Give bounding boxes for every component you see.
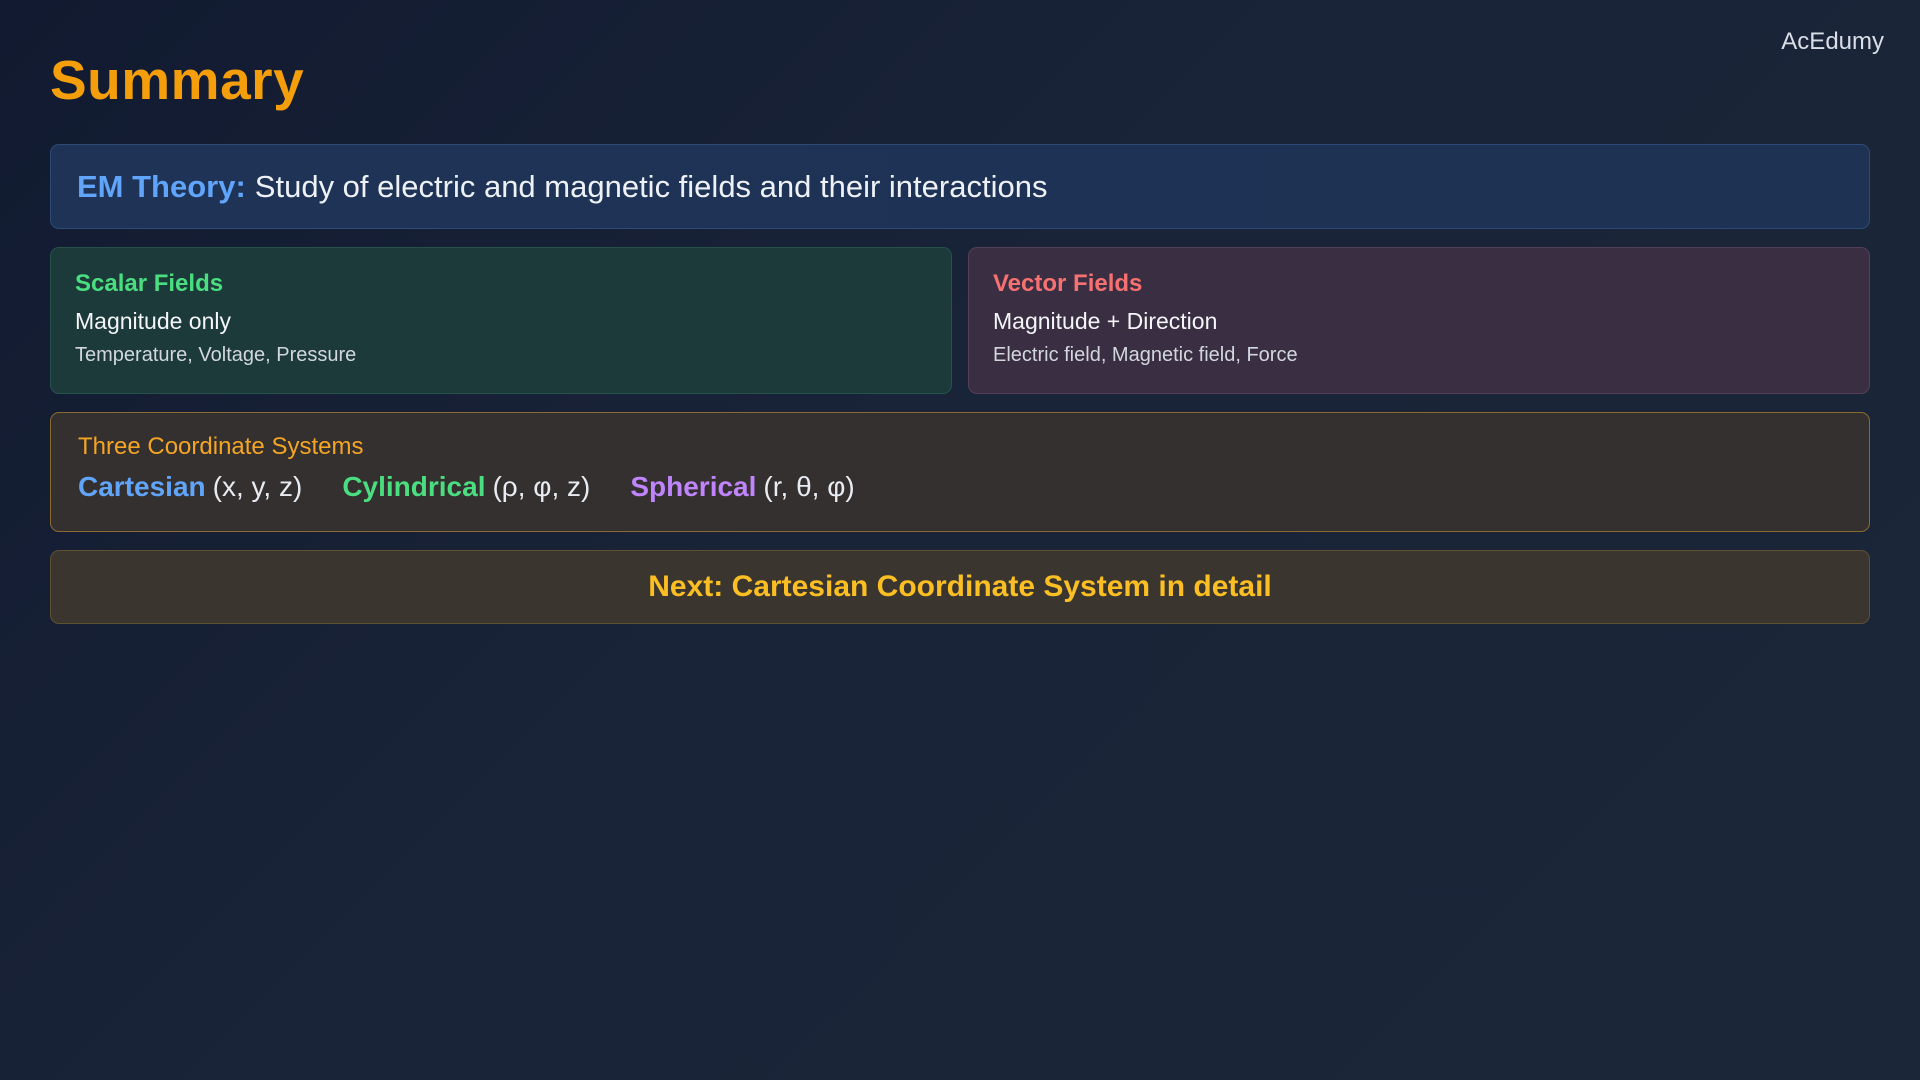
definition-box: EM Theory: Study of electric and magneti… bbox=[50, 144, 1870, 229]
scalar-fields-examples: Temperature, Voltage, Pressure bbox=[75, 344, 357, 366]
cylindrical-name: Cylindrical bbox=[342, 471, 486, 502]
coordinate-system-spherical: Spherical (r, θ, φ) bbox=[630, 471, 854, 503]
vector-fields-card: Vector Fields Magnitude + Direction Elec… bbox=[968, 247, 1870, 394]
vector-fields-description: Magnitude + Direction bbox=[993, 308, 1218, 334]
coordinate-system-cartesian: Cartesian (x, y, z) bbox=[78, 471, 302, 503]
coordinate-systems-list: Cartesian (x, y, z) Cylindrical (ρ, φ, z) … bbox=[78, 471, 1842, 503]
definition-term: EM Theory: bbox=[77, 168, 246, 204]
cylindrical-vars: (ρ, φ, z) bbox=[492, 471, 591, 502]
page-title: Summary bbox=[50, 49, 305, 111]
vector-fields-title: Vector Fields bbox=[993, 270, 1143, 297]
vector-fields-examples: Electric field, Magnetic field, Force bbox=[993, 344, 1298, 366]
scalar-fields-description: Magnitude only bbox=[75, 308, 231, 334]
coordinate-system-cylindrical: Cylindrical (ρ, φ, z) bbox=[342, 471, 590, 503]
spherical-name: Spherical bbox=[630, 471, 757, 502]
next-topic-banner: Next: Cartesian Coordinate System in det… bbox=[50, 550, 1870, 624]
scalar-fields-title: Scalar Fields bbox=[75, 270, 224, 297]
definition-text: Study of electric and magnetic fields an… bbox=[254, 168, 1048, 204]
coordinate-systems-title: Three Coordinate Systems bbox=[78, 433, 364, 460]
brand-logo-text: AcEdumy bbox=[1781, 28, 1884, 55]
cartesian-vars: (x, y, z) bbox=[212, 471, 303, 502]
cartesian-name: Cartesian bbox=[78, 471, 206, 502]
coordinate-systems-box: Three Coordinate Systems Cartesian (x, y,… bbox=[50, 412, 1870, 532]
spherical-vars: (r, θ, φ) bbox=[763, 471, 855, 502]
scalar-fields-card: Scalar Fields Magnitude only Temperature… bbox=[50, 247, 952, 394]
